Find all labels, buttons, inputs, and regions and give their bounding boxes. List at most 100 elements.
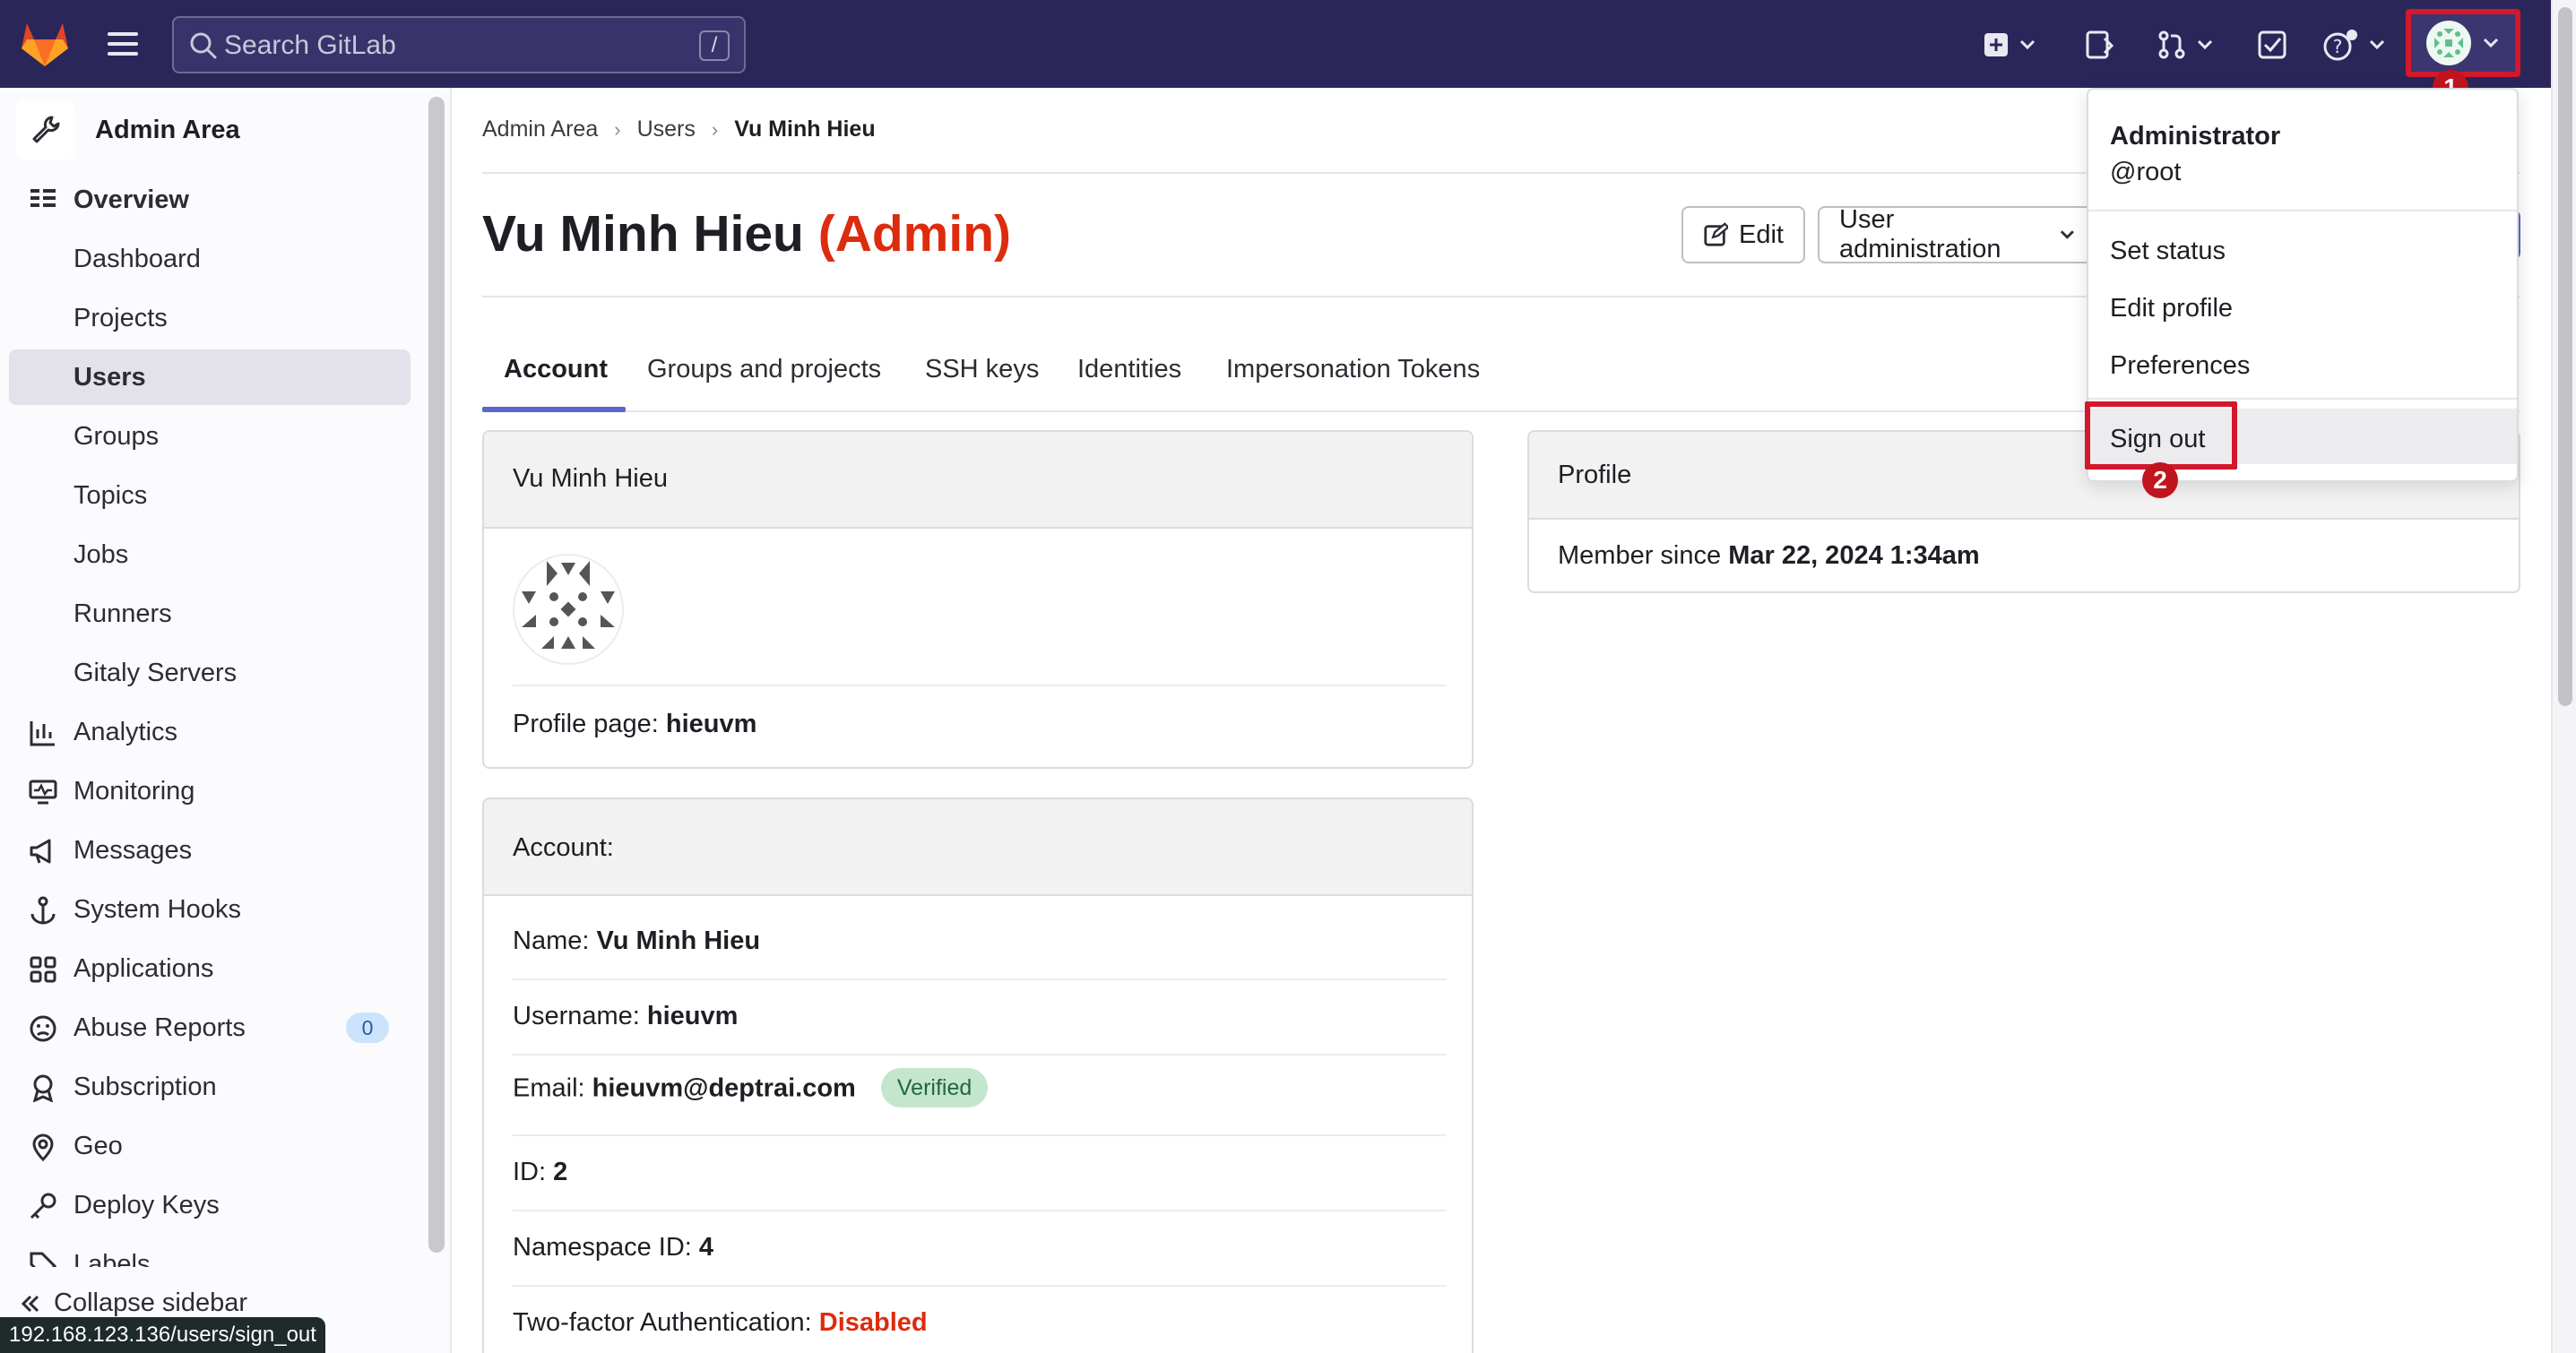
sidebar-item-monitoring[interactable]: Monitoring bbox=[9, 763, 411, 819]
sign-out-highlight-box bbox=[2085, 401, 2237, 470]
card-header: Vu Minh Hieu bbox=[484, 432, 1472, 529]
tab-account[interactable]: Account bbox=[504, 355, 608, 384]
applications-icon bbox=[30, 956, 56, 983]
two-factor-status: Disabled bbox=[818, 1308, 928, 1337]
row-value: 4 bbox=[698, 1233, 714, 1262]
sidebar-item-projects[interactable]: Projects bbox=[9, 290, 411, 346]
account-2fa-row: Two-factor Authentication: Disabled bbox=[513, 1308, 928, 1338]
breadcrumb-admin-area[interactable]: Admin Area bbox=[482, 116, 598, 142]
label-icon bbox=[30, 1252, 57, 1267]
sidebar-item-label: Geo bbox=[73, 1132, 123, 1160]
set-status-item[interactable]: Set status bbox=[2110, 237, 2226, 266]
tab-impersonation-tokens[interactable]: Impersonation Tokens bbox=[1226, 355, 1480, 384]
sidebar-item-system-hooks[interactable]: System Hooks bbox=[9, 882, 411, 937]
sidebar-item-label: Abuse Reports bbox=[73, 1013, 246, 1042]
account-name-row: Name: Vu Minh Hieu bbox=[513, 926, 760, 956]
sidebar-item-deploy-keys[interactable]: Deploy Keys bbox=[9, 1177, 411, 1233]
merge-requests-button[interactable] bbox=[2157, 25, 2214, 65]
preferences-item[interactable]: Preferences bbox=[2110, 351, 2250, 381]
profile-page-link[interactable]: hieuvm bbox=[666, 710, 757, 738]
sidebar-header[interactable]: Admin Area bbox=[16, 100, 240, 159]
edit-button-label: Edit bbox=[1739, 220, 1784, 249]
active-tab-indicator bbox=[482, 407, 626, 412]
user-profile-card: Vu Minh Hieu Profile page: hieuvm bbox=[482, 430, 1474, 769]
todo-check-icon bbox=[2258, 30, 2286, 59]
issues-button[interactable] bbox=[2085, 25, 2114, 65]
breadcrumb-users[interactable]: Users bbox=[637, 116, 696, 142]
todos-button[interactable] bbox=[2257, 25, 2287, 65]
sidebar-item-jobs[interactable]: Jobs bbox=[9, 527, 411, 582]
sidebar-title: Admin Area bbox=[95, 115, 240, 144]
plus-square-icon bbox=[1984, 33, 2008, 56]
divider bbox=[513, 978, 1447, 980]
sidebar-item-runners[interactable]: Runners bbox=[9, 586, 411, 642]
svg-text:?: ? bbox=[2333, 36, 2343, 57]
sidebar-item-groups[interactable]: Groups bbox=[9, 409, 411, 464]
profile-page-label: Profile page: bbox=[513, 710, 659, 738]
card-header-title: Vu Minh Hieu bbox=[513, 464, 669, 493]
breadcrumb-current[interactable]: Vu Minh Hieu bbox=[734, 116, 875, 142]
key-icon bbox=[30, 1193, 56, 1219]
edit-button[interactable]: Edit bbox=[1681, 206, 1805, 263]
sidebar-item-dashboard[interactable]: Dashboard bbox=[9, 231, 411, 287]
search-input[interactable]: Search GitLab / bbox=[172, 16, 746, 73]
search-icon bbox=[190, 32, 217, 59]
collapse-sidebar-button[interactable]: Collapse sidebar bbox=[20, 1288, 247, 1318]
status-url-tooltip: 192.168.123.136/users/sign_out bbox=[0, 1317, 325, 1353]
edit-icon bbox=[1704, 222, 1729, 246]
row-value: Vu Minh Hieu bbox=[596, 926, 761, 955]
tab-groups-and-projects[interactable]: Groups and projects bbox=[647, 355, 881, 384]
issues-icon bbox=[2086, 30, 2114, 59]
top-navbar: Search GitLab / ? bbox=[0, 0, 2576, 88]
sidebar-item-abuse-reports[interactable]: Abuse Reports 0 bbox=[9, 1000, 411, 1056]
sidebar-scrollbar[interactable] bbox=[428, 97, 445, 1253]
sidebar-item-labels[interactable]: Labels bbox=[9, 1237, 411, 1267]
sidebar-item-label: Jobs bbox=[73, 540, 129, 569]
sidebar-item-label: System Hooks bbox=[73, 895, 241, 924]
sidebar-item-gitaly-servers[interactable]: Gitaly Servers bbox=[9, 645, 411, 701]
divider bbox=[2088, 398, 2517, 400]
sidebar-item-label: Users bbox=[73, 363, 146, 392]
account-card: Account: Name: Vu Minh Hieu Username: hi… bbox=[482, 797, 1474, 1353]
sidebar-item-label: Topics bbox=[73, 481, 148, 510]
row-label: Username: bbox=[513, 1002, 640, 1030]
anchor-icon bbox=[30, 896, 56, 925]
sidebar-item-label: Monitoring bbox=[73, 777, 195, 806]
menu-icon[interactable] bbox=[108, 30, 143, 57]
divider bbox=[513, 1285, 1447, 1287]
row-label: Namespace ID: bbox=[513, 1233, 692, 1262]
page-scrollbar-thumb[interactable] bbox=[2558, 7, 2572, 706]
avatar bbox=[513, 554, 624, 665]
sidebar-item-messages[interactable]: Messages bbox=[9, 823, 411, 878]
sidebar-item-users[interactable]: Users bbox=[9, 349, 411, 405]
sidebar-item-subscription[interactable]: Subscription bbox=[9, 1059, 411, 1115]
card-header: Account: bbox=[484, 799, 1472, 896]
dropdown-user-name[interactable]: Administrator bbox=[2110, 122, 2280, 151]
user-administration-dropdown[interactable]: User administration bbox=[1818, 205, 2096, 263]
help-button[interactable]: ? bbox=[2323, 25, 2386, 65]
sidebar-item-geo[interactable]: Geo bbox=[9, 1118, 411, 1174]
abuse-reports-count-badge: 0 bbox=[346, 1013, 389, 1043]
sidebar-item-overview[interactable]: Overview bbox=[9, 172, 411, 228]
user-menu-button[interactable] bbox=[2406, 9, 2520, 77]
chevron-down-icon bbox=[2019, 39, 2036, 50]
tab-ssh-keys[interactable]: SSH keys bbox=[925, 355, 1039, 384]
divider bbox=[513, 1054, 1447, 1056]
sidebar-item-applications[interactable]: Applications bbox=[9, 941, 411, 996]
divider bbox=[513, 1134, 1447, 1136]
page-scrollbar[interactable] bbox=[2551, 0, 2576, 1353]
dropdown-username[interactable]: @root bbox=[2110, 158, 2181, 187]
row-label: Name: bbox=[513, 926, 590, 955]
edit-profile-item[interactable]: Edit profile bbox=[2110, 294, 2233, 323]
create-new-button[interactable] bbox=[1983, 25, 2036, 65]
member-since-row: Member since Mar 22, 2024 1:34am bbox=[1558, 541, 1980, 571]
member-since-label: Member since bbox=[1558, 541, 1722, 570]
tab-identities[interactable]: Identities bbox=[1077, 355, 1181, 384]
gitlab-logo-icon[interactable] bbox=[20, 20, 70, 68]
sidebar-item-analytics[interactable]: Analytics bbox=[9, 704, 411, 760]
sidebar-item-label: Messages bbox=[73, 836, 193, 865]
row-value: hieuvm bbox=[646, 1002, 739, 1030]
chevron-right-icon: › bbox=[711, 117, 719, 141]
row-value[interactable]: hieuvm@deptrai.com bbox=[592, 1074, 856, 1103]
sidebar-item-topics[interactable]: Topics bbox=[9, 468, 411, 523]
